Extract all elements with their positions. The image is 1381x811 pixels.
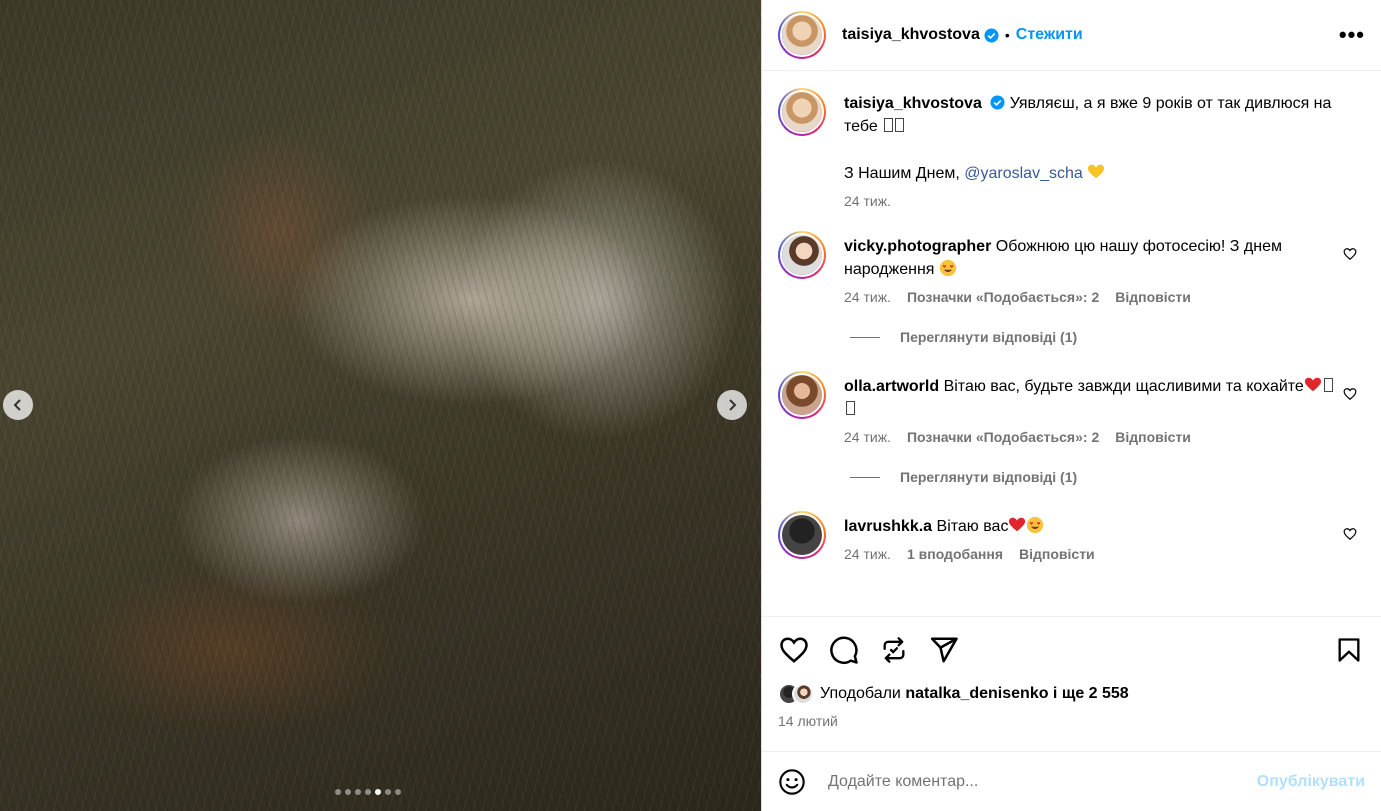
like-button[interactable] bbox=[778, 634, 810, 666]
comment-avatar[interactable] bbox=[778, 511, 826, 559]
caption-text-2: З Нашим Днем, bbox=[844, 165, 965, 182]
comment-item: vicky.photographer Обожнюю цю нашу фотос… bbox=[778, 231, 1365, 305]
publish-button[interactable]: Опублікувати bbox=[1257, 773, 1365, 791]
liked-by-count[interactable]: і ще 2 558 bbox=[1048, 685, 1129, 702]
save-button[interactable] bbox=[1333, 634, 1365, 666]
author-avatar[interactable] bbox=[778, 11, 826, 59]
comment-text: Вітаю вас bbox=[936, 518, 1009, 535]
heart-eyes-emoji-icon bbox=[939, 259, 957, 277]
comment-likes[interactable]: Позначки «Подобається»: 2 bbox=[907, 429, 1099, 445]
reply-button[interactable]: Відповісти bbox=[1019, 546, 1095, 562]
carousel-dot bbox=[335, 789, 341, 795]
like-comment-heart-icon[interactable] bbox=[1343, 387, 1357, 401]
repost-button[interactable] bbox=[878, 634, 910, 666]
comment-likes[interactable]: Позначки «Подобається»: 2 bbox=[907, 289, 1099, 305]
author-username[interactable]: taisiya_khvostova bbox=[842, 26, 980, 44]
comment-time[interactable]: 24 тиж. bbox=[844, 429, 891, 445]
replies-divider bbox=[850, 336, 880, 338]
missing-glyph-icon bbox=[884, 118, 894, 132]
likes-summary: Уподобали natalka_denisenko і ще 2 558 bbox=[778, 683, 1365, 705]
carousel-indicator bbox=[335, 789, 401, 795]
carousel-dot bbox=[345, 789, 351, 795]
comment-username[interactable]: olla.artworld bbox=[844, 378, 939, 395]
comment-input[interactable] bbox=[828, 772, 1257, 791]
comment-item: olla.artworld Вітаю вас, будьте завжди щ… bbox=[778, 371, 1365, 445]
post-date[interactable]: 14 лютий bbox=[778, 713, 1365, 729]
liked-by-prefix: Уподобали bbox=[820, 685, 906, 702]
view-replies-label: Переглянути відповіді (1) bbox=[900, 469, 1078, 485]
carousel-dot bbox=[385, 789, 391, 795]
carousel-dot bbox=[375, 789, 381, 795]
chevron-right-icon bbox=[729, 399, 737, 411]
reply-button[interactable]: Відповісти bbox=[1115, 429, 1191, 445]
replies-divider bbox=[850, 476, 880, 478]
carousel-dot bbox=[395, 789, 401, 795]
missing-glyph-icon bbox=[1323, 378, 1333, 392]
next-photo-button[interactable] bbox=[717, 390, 747, 420]
yellow-heart-icon bbox=[1088, 164, 1105, 179]
post-photo[interactable] bbox=[0, 0, 761, 811]
verified-badge-icon bbox=[984, 27, 999, 43]
verified-badge-icon bbox=[990, 95, 1005, 110]
photo-texture bbox=[0, 0, 761, 811]
liker-avatar[interactable] bbox=[792, 683, 814, 705]
comment-likes[interactable]: 1 вподобання bbox=[907, 546, 1003, 562]
comment-username[interactable]: vicky.photographer bbox=[844, 238, 991, 255]
caption-mention[interactable]: @yaroslav_scha bbox=[964, 165, 1083, 182]
like-comment-heart-icon[interactable] bbox=[1343, 527, 1357, 541]
comment-item: lavrushkk.a Вітаю вас 24 тиж. 1 вподобан… bbox=[778, 511, 1365, 562]
comment-button[interactable] bbox=[828, 634, 860, 666]
caption-avatar[interactable] bbox=[778, 88, 826, 136]
red-heart-icon bbox=[1304, 377, 1321, 392]
post-dialog: taisiya_khvostova • Стежити ••• taisiya_… bbox=[0, 0, 1381, 811]
comment-avatar[interactable] bbox=[778, 371, 826, 419]
caption: taisiya_khvostova Уявляєш, а я вже 9 рок… bbox=[778, 88, 1365, 209]
missing-glyph-icon bbox=[895, 118, 905, 132]
comment-time[interactable]: 24 тиж. bbox=[844, 546, 891, 562]
more-options-icon[interactable]: ••• bbox=[1339, 22, 1365, 48]
comment-text: Вітаю вас, будьте завжди щасливими та ко… bbox=[943, 378, 1304, 395]
post-side-panel: taisiya_khvostova • Стежити ••• taisiya_… bbox=[761, 0, 1381, 811]
share-icon bbox=[930, 637, 958, 663]
comment-composer: Опублікувати bbox=[762, 751, 1381, 811]
bookmark-icon bbox=[1338, 638, 1360, 662]
view-replies-button[interactable]: Переглянути відповіді (1) bbox=[850, 469, 1365, 485]
chevron-left-icon bbox=[13, 399, 21, 411]
comments-list[interactable]: taisiya_khvostova Уявляєш, а я вже 9 рок… bbox=[762, 72, 1381, 616]
post-actions: Уподобали natalka_denisenko і ще 2 558 1… bbox=[762, 616, 1381, 740]
follow-button[interactable]: Стежити bbox=[1016, 26, 1083, 44]
comment-icon bbox=[830, 636, 858, 664]
comment-username[interactable]: lavrushkk.a bbox=[844, 518, 932, 535]
caption-time[interactable]: 24 тиж. bbox=[844, 193, 891, 209]
view-replies-button[interactable]: Переглянути відповіді (1) bbox=[850, 329, 1365, 345]
repost-icon bbox=[883, 637, 905, 663]
post-header: taisiya_khvostova • Стежити ••• bbox=[762, 0, 1381, 71]
comment-time[interactable]: 24 тиж. bbox=[844, 289, 891, 305]
view-replies-label: Переглянути відповіді (1) bbox=[900, 329, 1078, 345]
share-button[interactable] bbox=[928, 634, 960, 666]
red-heart-icon bbox=[1009, 517, 1026, 532]
liked-by-user[interactable]: natalka_denisenko bbox=[905, 685, 1048, 702]
reply-button[interactable]: Відповісти bbox=[1115, 289, 1191, 305]
separator-dot: • bbox=[1004, 27, 1010, 43]
heart-eyes-emoji-icon bbox=[1027, 516, 1044, 534]
heart-icon bbox=[780, 637, 808, 663]
missing-glyph-icon bbox=[846, 401, 855, 415]
prev-photo-button[interactable] bbox=[3, 390, 33, 420]
comment-avatar[interactable] bbox=[778, 231, 826, 279]
carousel-dot bbox=[355, 789, 361, 795]
like-comment-heart-icon[interactable] bbox=[1343, 247, 1357, 261]
caption-username[interactable]: taisiya_khvostova bbox=[844, 95, 982, 112]
emoji-icon[interactable] bbox=[778, 768, 806, 796]
carousel-dot bbox=[365, 789, 371, 795]
